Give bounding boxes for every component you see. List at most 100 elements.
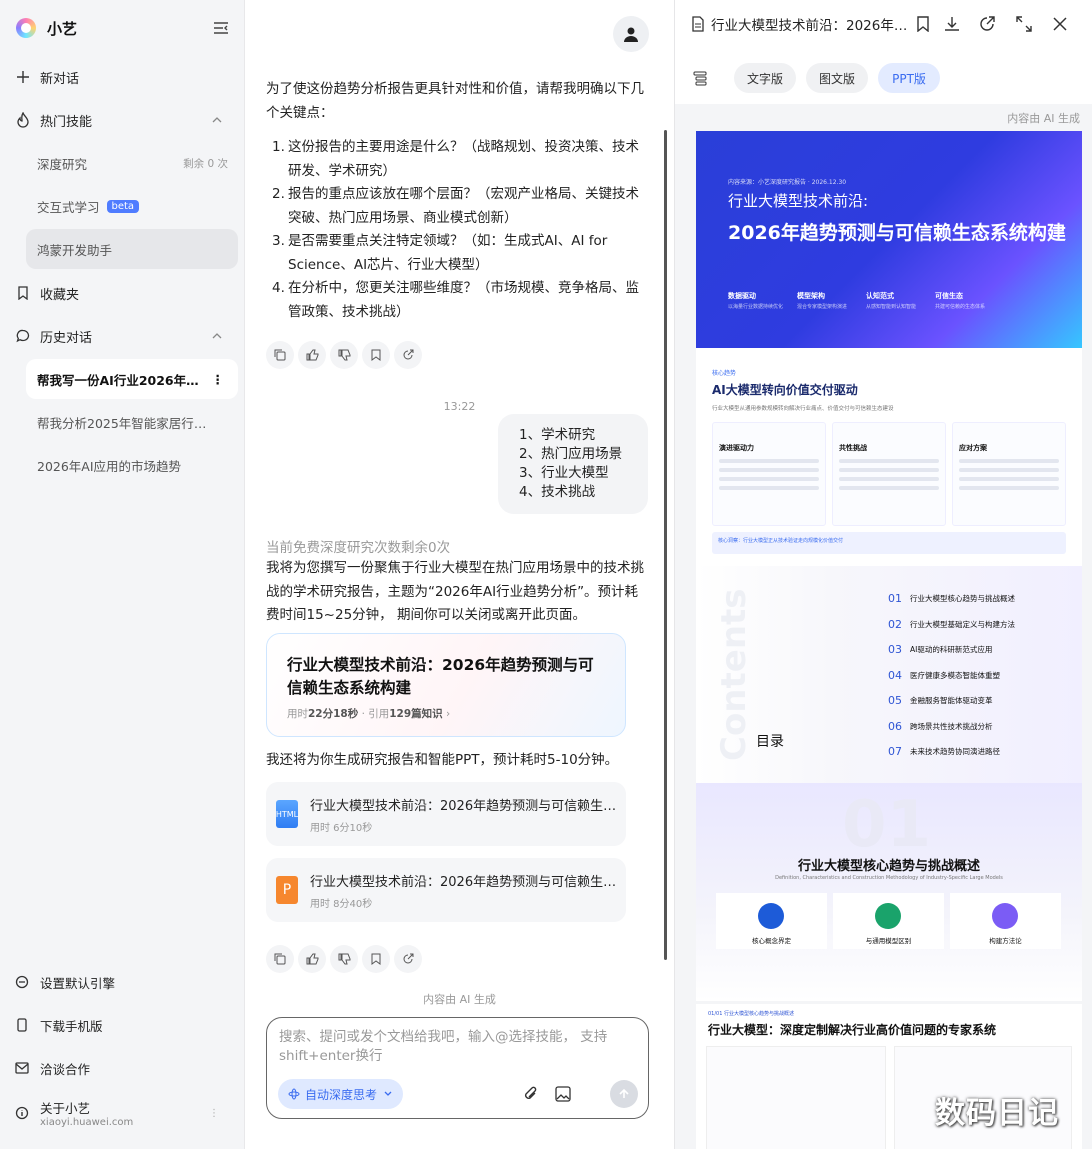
history-item[interactable]: 帮我写一份AI行业2026年趋势分析报告 ⋮	[26, 359, 238, 399]
deep-thinking-mode-button[interactable]: 自动深度思考	[278, 1079, 404, 1109]
bookmark-icon[interactable]	[362, 341, 390, 369]
history-item-label: 帮我分析2025年智能家居行业的发展	[37, 415, 217, 431]
business-cooperation-link[interactable]: 洽谈合作	[0, 1050, 245, 1086]
reply-line: 2、热门应用场景	[519, 446, 623, 462]
about-block: 关于小艺 xiaoyi.huawei.com	[40, 1098, 133, 1128]
collapse-sidebar-icon[interactable]	[212, 19, 230, 37]
bookmark-icon[interactable]	[913, 14, 933, 34]
panel-title: 行业大模型技术前沿：2026年趋势预测与可信赖生态系统构建	[711, 18, 911, 34]
slide-insight: 核心洞察：行业大模型正从技术验证走向规模化价值交付	[712, 532, 1066, 554]
download-icon[interactable]	[942, 14, 962, 34]
section-box: 核心概念界定	[716, 893, 827, 949]
outline-icon[interactable]	[691, 69, 709, 87]
html-file-card[interactable]: HTML 行业大模型技术前沿：2026年趋势预测与可信赖生态系统构建 用时 6分…	[266, 782, 626, 846]
slide-contents[interactable]: Contents 目录 01 行业大模型核心趋势与挑战概述 02 行业大模型基础定义…	[696, 566, 1082, 783]
app-header: 小艺	[16, 16, 230, 40]
share-icon[interactable]	[394, 945, 422, 973]
download-mobile-link[interactable]: 下载手机版	[0, 1007, 245, 1043]
history-item[interactable]: 帮我分析2025年智能家居行业的发展	[26, 402, 238, 442]
chat-input[interactable]: 搜索、提问或发个文档给我吧，输入@选择技能， 支持shift+enter换行 自…	[266, 1017, 649, 1119]
chat-scrollbar[interactable]	[664, 130, 667, 960]
plus-icon	[14, 68, 32, 86]
watermark: 数码日记	[935, 1096, 1059, 1131]
slide-subtitle: 2026年趋势预测与可信赖生态系统构建	[728, 222, 1066, 244]
section-number: 01	[842, 788, 932, 862]
info-icon	[14, 1105, 30, 1121]
thumbs-up-icon[interactable]	[298, 945, 326, 973]
book-icon	[758, 903, 784, 929]
skill-interactive-learning[interactable]: 交互式学习 beta	[26, 186, 238, 226]
image-upload-icon[interactable]	[549, 1080, 577, 1108]
contents-label: 目录	[756, 734, 784, 750]
history-item[interactable]: 2026年AI应用的市场趋势	[26, 445, 238, 485]
reply-line: 4、技术挑战	[519, 484, 596, 500]
thumbs-down-icon[interactable]	[330, 945, 358, 973]
message-actions	[266, 341, 422, 369]
thumbs-up-icon[interactable]	[298, 341, 326, 369]
ai-generated-note: 内容由 AI 生成	[1007, 112, 1080, 125]
history-toggle[interactable]: 历史对话	[0, 316, 245, 356]
footer-label: 设置默认引擎	[40, 975, 116, 991]
slide-cover[interactable]: 内容来源：小艺深度研究报告 · 2026.12.30 行业大模型技术前沿: 20…	[696, 131, 1082, 348]
user-message: 1、学术研究 2、热门应用场景 3、行业大模型 4、技术挑战	[498, 414, 648, 514]
preview-panel: 行业大模型技术前沿：2026年趋势预测与可信赖生态系统构建 文字版 图文版 PP…	[674, 0, 1092, 1149]
ppt-file-card[interactable]: P 行业大模型技术前沿：2026年趋势预测与可信赖生态系统构建 用时 8分40秒	[266, 858, 626, 922]
list-item: 07 未来技术趋势协同演进路径	[888, 745, 1000, 759]
list-item: 3. 是否需要重点关注特定领域？（如：生成式AI、AI for Science、A…	[272, 233, 608, 273]
about-link[interactable]: 关于小艺 xiaoyi.huawei.com ⋮	[0, 1093, 245, 1133]
more-options-icon[interactable]: ⋮	[212, 372, 225, 387]
file-meta: 用时 6分10秒	[310, 822, 373, 834]
send-button[interactable]	[610, 1080, 638, 1108]
slide-column: 演进驱动力	[712, 422, 826, 526]
favorites-link[interactable]: 收藏夹	[0, 273, 245, 313]
panel-header: 行业大模型技术前沿：2026年趋势预测与可信赖生态系统构建	[675, 0, 1092, 48]
favorites-label: 收藏夹	[40, 287, 80, 303]
user-avatar[interactable]	[613, 16, 649, 52]
hot-skills-toggle[interactable]: 热门技能	[0, 100, 245, 140]
copy-icon[interactable]	[266, 341, 294, 369]
file-info: 行业大模型技术前沿：2026年趋势预测与可信赖生态系统构建 用时 8分40秒	[310, 871, 620, 910]
slide-card	[706, 1046, 886, 1149]
skill-label: 鸿蒙开发助手	[37, 242, 113, 258]
remaining-count: 剩余 0 次	[183, 157, 228, 170]
copy-icon[interactable]	[266, 945, 294, 973]
chevron-down-icon	[383, 1089, 393, 1099]
more-options-icon[interactable]: ⋮	[209, 1108, 219, 1119]
new-chat-label: 新对话	[40, 71, 80, 87]
section-box: 构建方法论	[950, 893, 1061, 949]
file-title: 行业大模型技术前沿：2026年趋势预测与可信赖生态系统构建	[310, 798, 620, 814]
set-default-engine-link[interactable]: 设置默认引擎	[0, 964, 245, 1000]
bookmark-icon[interactable]	[362, 945, 390, 973]
attachment-icon[interactable]	[517, 1080, 545, 1108]
new-chat-button[interactable]: 新对话	[0, 57, 245, 97]
list-item: 02 行业大模型基础定义与构建方法	[888, 617, 1015, 631]
thumbs-down-icon[interactable]	[330, 341, 358, 369]
tab-text-version[interactable]: 文字版	[734, 63, 796, 93]
close-icon[interactable]	[1050, 14, 1070, 34]
question-list: 1. 这份报告的主要用途是什么？（战略规划、投资决策、技术研发、学术研究） 2. 报…	[266, 136, 646, 324]
feature-item: 模型架构 混合专家模型架构演进	[797, 292, 848, 310]
share-icon[interactable]	[394, 341, 422, 369]
engine-icon	[14, 974, 30, 990]
report-card[interactable]: 行业大模型技术前沿：2026年趋势预测与可信赖生态系统构建 用时22分18秒 ·…	[266, 633, 626, 737]
file-info: 行业大模型技术前沿：2026年趋势预测与可信赖生态系统构建 用时 6分10秒	[310, 795, 620, 834]
share-icon[interactable]	[977, 14, 997, 34]
expand-icon[interactable]	[1014, 14, 1034, 34]
input-placeholder: 搜索、提问或发个文档给我吧，输入@选择技能， 支持shift+enter换行	[279, 1029, 608, 1064]
slide-section[interactable]: 01 行业大模型核心趋势与挑战概述 Definition, Characteri…	[696, 783, 1082, 1001]
slide-overview[interactable]: 核心趋势 AI大模型转向价值交付驱动 行业大模型从通用参数规模转向解决行业痛点、…	[696, 348, 1082, 566]
tab-ppt-version[interactable]: PPT版	[878, 63, 940, 93]
ppt-file-icon: P	[276, 876, 298, 904]
tab-image-text-version[interactable]: 图文版	[806, 63, 868, 93]
footer-label: 洽谈合作	[40, 1061, 91, 1077]
footer-label: 下载手机版	[40, 1018, 103, 1034]
skill-deep-research[interactable]: 深度研究 剩余 0 次	[26, 143, 238, 183]
skill-harmony-dev-assistant[interactable]: 鸿蒙开发助手	[26, 229, 238, 269]
skill-label: 交互式学习	[37, 199, 100, 215]
list-item: 1. 这份报告的主要用途是什么？（战略规划、投资决策、技术研发、学术研究）	[272, 139, 639, 179]
chat-area: 为了使这份趋势分析报告更具针对性和价值，请帮我明确以下几个关键点： 1. 这份报告…	[246, 0, 673, 1149]
list-item: 2. 报告的重点应该放在哪个层面？（宏观产业格局、关键技术突破、热门应用场景、商业…	[272, 186, 639, 226]
assistant-answer: 我将为您撰写一份聚焦于行业大模型在热门应用场景中的技术挑战的学术研究报告，主题为…	[266, 560, 644, 623]
feature-item: 可信生态 共建可信赖的生态体系	[935, 292, 986, 310]
assistant-intro: 为了使这份趋势分析报告更具针对性和价值，请帮我明确以下几个关键点：	[266, 81, 644, 121]
